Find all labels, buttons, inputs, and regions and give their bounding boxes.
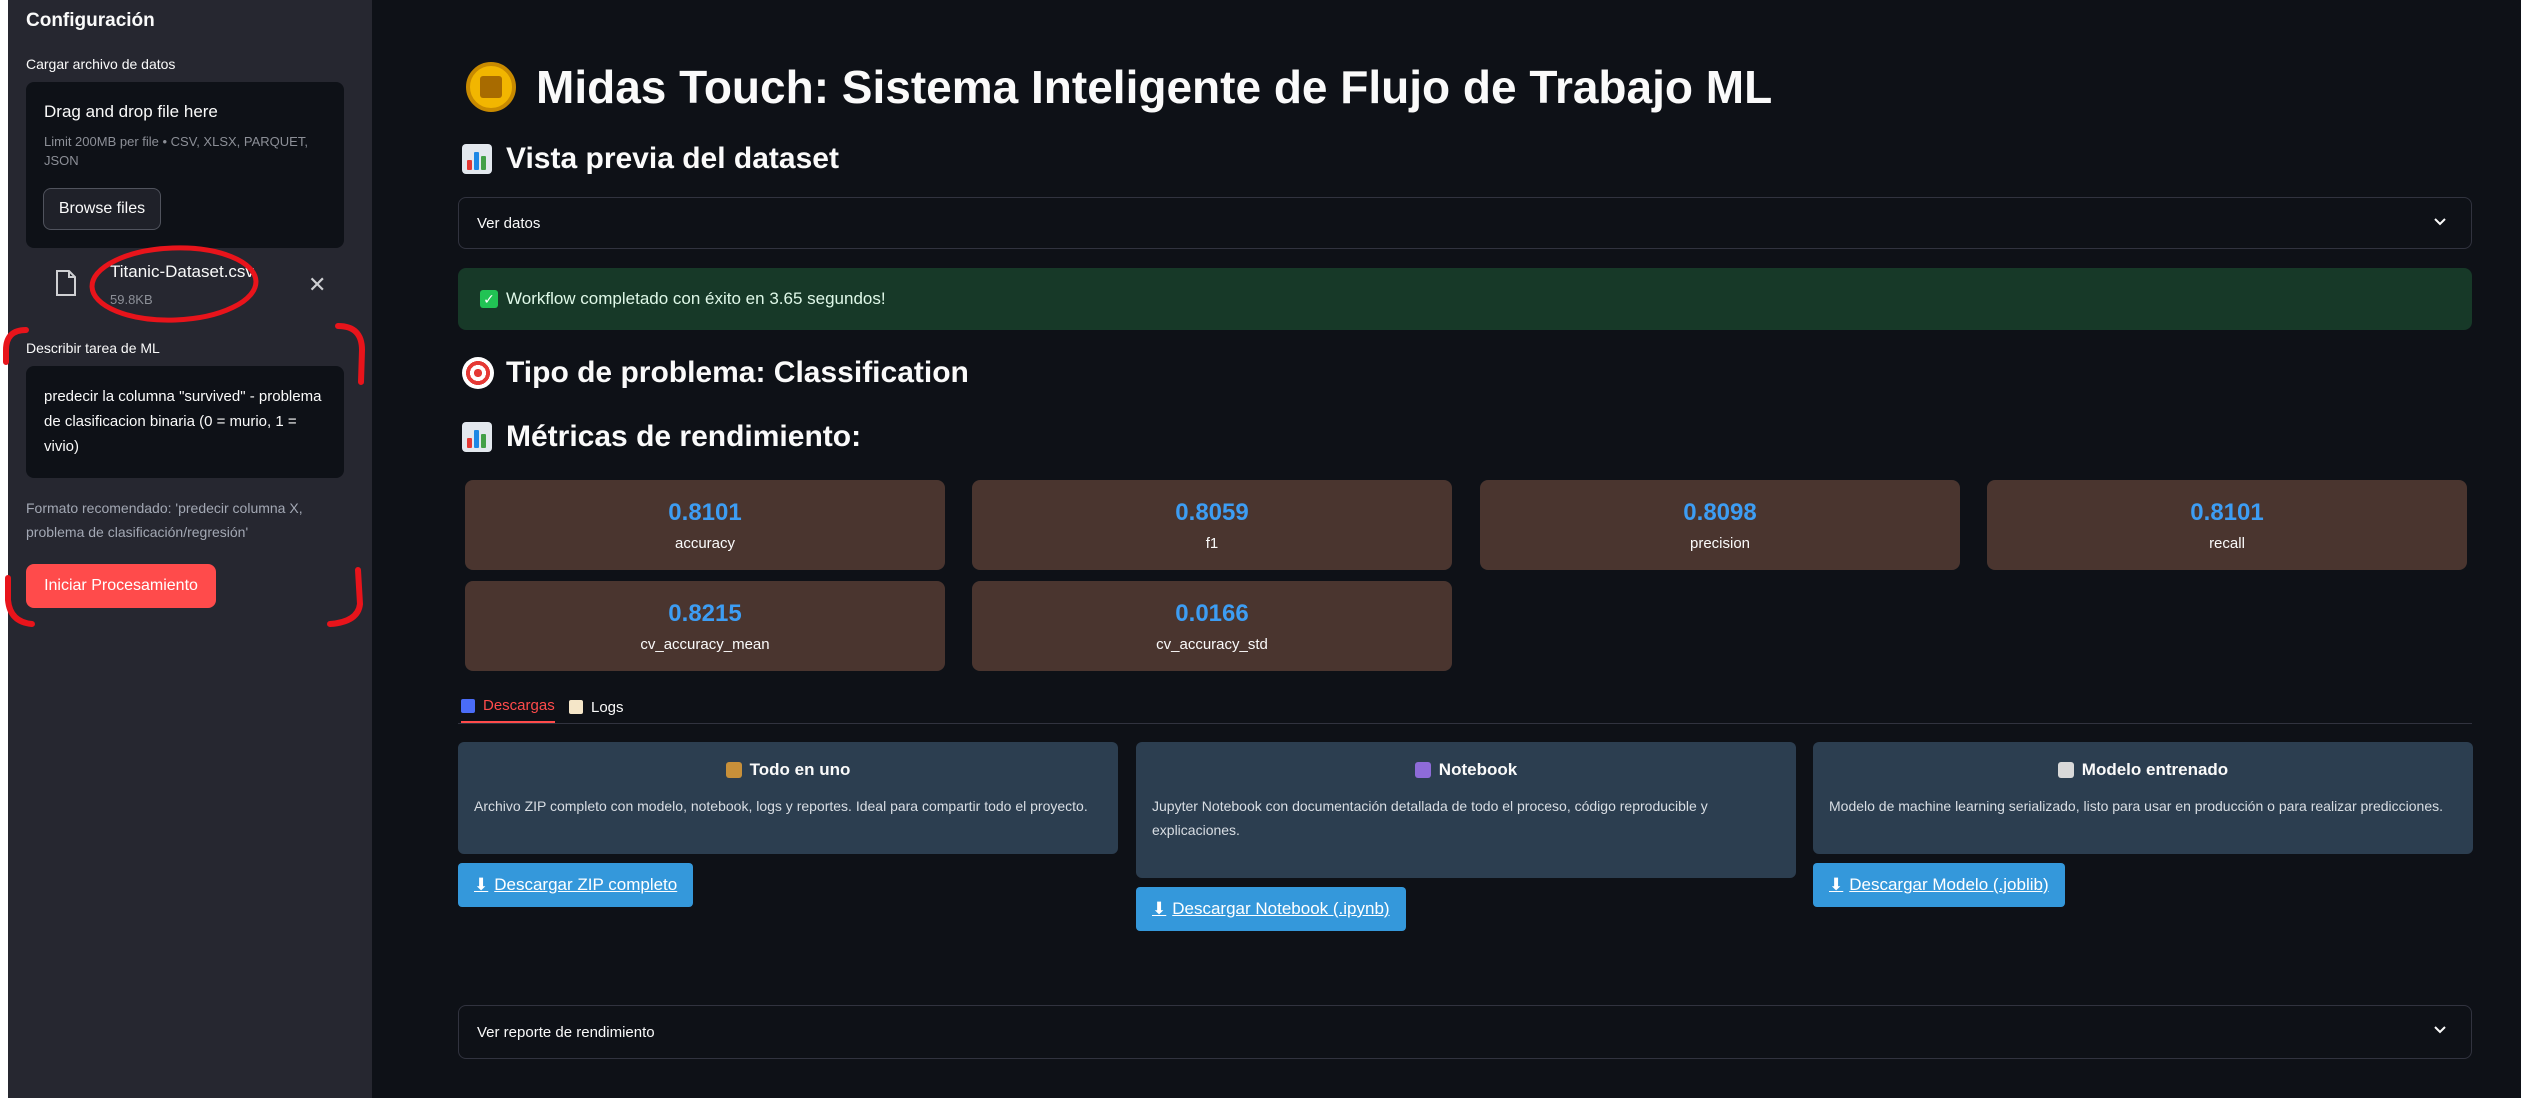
bar-chart-icon xyxy=(462,422,492,452)
dropzone-title: Drag and drop file here xyxy=(44,102,218,121)
view-data-label: Ver datos xyxy=(477,214,541,232)
metrics-heading: Métricas de rendimiento: xyxy=(462,420,861,454)
preview-heading: Vista previa del dataset xyxy=(462,142,839,176)
tab-label: Logs xyxy=(591,698,624,716)
tab-logs[interactable]: Logs xyxy=(569,690,624,724)
remove-file-icon[interactable]: ✕ xyxy=(308,272,326,298)
chevron-down-icon xyxy=(2434,218,2446,226)
download-label: Descargar ZIP completo xyxy=(494,875,678,894)
metric-value: 0.8101 xyxy=(2190,498,2264,526)
download-arrow-icon: ⬇ xyxy=(1152,899,1167,918)
card-title-text: Notebook xyxy=(1438,760,1518,779)
card-description: Archivo ZIP completo con modelo, noteboo… xyxy=(474,798,1088,814)
metric-label: cv_accuracy_mean xyxy=(640,635,770,653)
metric-value: 0.8215 xyxy=(668,599,742,627)
card-notebook: Notebook Jupyter Notebook con documentac… xyxy=(1136,742,1796,878)
card-todo-en-uno: Todo en uno Archivo ZIP completo con mod… xyxy=(458,742,1118,854)
performance-report-expander[interactable]: Ver reporte de rendimiento xyxy=(458,1005,2472,1059)
browse-files-button[interactable]: Browse files xyxy=(43,188,161,230)
card-modelo-entrenado: Modelo entrenado Modelo de machine learn… xyxy=(1813,742,2473,854)
metric-card-precision: 0.8098 precision xyxy=(1480,480,1960,570)
download-arrow-icon: ⬇ xyxy=(1829,875,1844,894)
download-label: Descargar Notebook (.ipynb) xyxy=(1172,899,1390,918)
metric-label: f1 xyxy=(1205,534,1219,552)
card-title: Notebook xyxy=(1152,760,1780,780)
tab-descargas[interactable]: Descargas xyxy=(461,690,555,724)
card-title-text: Modelo entrenado xyxy=(2081,760,2229,779)
file-icon xyxy=(56,270,76,296)
task-description-input[interactable]: predecir la columna "survived" - problem… xyxy=(26,366,344,478)
metric-value: 0.8098 xyxy=(1683,498,1757,526)
problem-type-heading: Tipo de problema: Classification xyxy=(462,356,969,390)
notebook-icon xyxy=(1414,762,1431,778)
success-message: Workflow completado con éxito en 3.65 se… xyxy=(506,289,886,308)
robot-icon xyxy=(461,698,475,713)
file-size: 59.8KB xyxy=(110,292,153,307)
tab-label: Descargas xyxy=(483,697,555,714)
bar-chart-icon xyxy=(462,144,492,174)
check-icon: ✓ xyxy=(480,290,498,308)
file-name: Titanic-Dataset.csv xyxy=(110,262,254,281)
card-title: Todo en uno xyxy=(474,760,1102,780)
card-description: Modelo de machine learning serializado, … xyxy=(1829,798,2444,814)
sidebar-title: Configuración xyxy=(26,10,155,31)
report-expander-label: Ver reporte de rendimiento xyxy=(477,1023,655,1041)
metric-card-cv-accuracy-std: 0.0166 cv_accuracy_std xyxy=(972,581,1452,671)
tab-divider xyxy=(458,723,2472,724)
download-arrow-icon: ⬇ xyxy=(474,875,489,894)
start-processing-button[interactable]: Iniciar Procesamiento xyxy=(26,564,216,608)
download-model-button[interactable]: ⬇ Descargar Modelo (.joblib) xyxy=(1813,863,2065,907)
metric-label: cv_accuracy_std xyxy=(1156,635,1268,653)
metrics-heading-text: Métricas de rendimiento: xyxy=(506,420,862,453)
download-notebook-button[interactable]: ⬇ Descargar Notebook (.ipynb) xyxy=(1136,887,1406,931)
metric-card-cv-accuracy-mean: 0.8215 cv_accuracy_mean xyxy=(465,581,945,671)
sidebar: Configuración Cargar archivo de datos Dr… xyxy=(0,0,372,1098)
package-icon xyxy=(725,762,742,778)
metric-card-accuracy: 0.8101 accuracy xyxy=(465,480,945,570)
metric-label: recall xyxy=(2209,534,2245,552)
metric-value: 0.8101 xyxy=(668,498,742,526)
card-title-text: Todo en uno xyxy=(749,760,851,779)
task-label: Describir tarea de ML xyxy=(26,340,160,356)
coin-icon xyxy=(466,62,516,112)
metric-value: 0.0166 xyxy=(1175,599,1249,627)
upload-label: Cargar archivo de datos xyxy=(26,56,176,72)
file-dropzone[interactable]: Drag and drop file here Limit 200MB per … xyxy=(26,82,344,248)
success-alert: ✓ Workflow completado con éxito en 3.65 … xyxy=(458,268,2472,330)
metric-value: 0.8059 xyxy=(1175,498,1249,526)
metric-card-recall: 0.8101 recall xyxy=(1987,480,2467,570)
view-data-expander[interactable]: Ver datos xyxy=(458,197,2472,249)
download-zip-button[interactable]: ⬇ Descargar ZIP completo xyxy=(458,863,694,907)
uploaded-file: Titanic-Dataset.csv 59.8KB ✕ xyxy=(26,252,344,316)
metric-label: accuracy xyxy=(674,534,736,552)
card-description: Jupyter Notebook con documentación detal… xyxy=(1152,798,1708,838)
robot-icon xyxy=(2057,762,2074,778)
dropzone-limit: Limit 200MB per file • CSV, XLSX, PARQUE… xyxy=(44,134,308,168)
format-hint: Formato recomendado: 'predecir columna X… xyxy=(26,500,303,540)
page-title-text: Midas Touch: Sistema Inteligente de Fluj… xyxy=(536,61,1773,113)
document-icon xyxy=(569,700,583,714)
metric-label: precision xyxy=(1689,534,1751,552)
download-label: Descargar Modelo (.joblib) xyxy=(1849,875,2049,894)
metric-card-f1: 0.8059 f1 xyxy=(972,480,1452,570)
page-title: Midas Touch: Sistema Inteligente de Fluj… xyxy=(466,60,1772,114)
target-icon xyxy=(462,357,494,389)
preview-heading-text: Vista previa del dataset xyxy=(506,142,839,175)
chevron-down-icon xyxy=(2434,1026,2446,1034)
card-title: Modelo entrenado xyxy=(1829,760,2457,780)
problem-type-text: Tipo de problema: Classification xyxy=(506,356,969,389)
